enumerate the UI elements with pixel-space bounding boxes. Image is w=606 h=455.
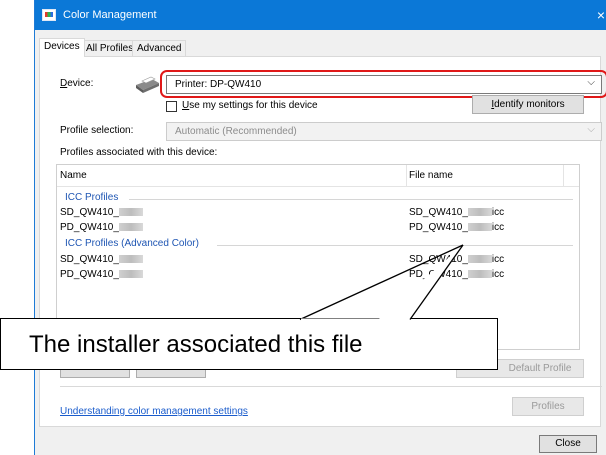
title-bar[interactable]: Color Management ×	[35, 0, 606, 30]
column-divider	[406, 165, 407, 187]
list-item[interactable]: SD_QW410_	[60, 254, 143, 265]
device-highlight-outline	[160, 70, 606, 98]
profiles-label: Profiles	[531, 401, 565, 412]
profiles-button[interactable]: Profiles	[512, 397, 584, 416]
understanding-color-management-link[interactable]: Understanding color management settings	[60, 406, 248, 417]
list-item-file: SD_QW410_ icc	[409, 207, 504, 218]
redacted-text	[118, 255, 143, 264]
list-item-file: PD_QW410_ icc	[409, 222, 504, 233]
callout-text: The installer associated this file	[29, 331, 363, 358]
window-title: Color Management	[63, 9, 157, 21]
redacted-text	[467, 270, 492, 279]
close-button[interactable]: Close	[539, 435, 597, 453]
profile-selection-label: Profile selection:	[60, 125, 134, 136]
redacted-text	[467, 255, 492, 264]
profile-name: SD_QW410_	[60, 254, 119, 265]
printer-icon	[136, 76, 159, 93]
group-divider	[217, 245, 573, 246]
redacted-text	[467, 223, 492, 232]
column-divider	[563, 165, 564, 187]
list-header: Name File name	[57, 165, 579, 187]
close-label: Close	[555, 438, 581, 449]
color-management-window: Color Management × Devices All Profiles …	[34, 0, 606, 455]
profile-name: PD_QW410_	[60, 222, 119, 233]
list-item-file: PD_QW410_ icc	[409, 269, 504, 280]
file-name-prefix: PD_QW410_	[409, 269, 468, 280]
list-item[interactable]: PD_QW410_	[60, 269, 143, 280]
divider	[60, 386, 602, 387]
list-item[interactable]: PD_QW410_	[60, 222, 143, 233]
column-header-file-name[interactable]: File name	[409, 170, 453, 181]
group-divider	[129, 199, 573, 200]
identify-monitors-button[interactable]: Identify monitors	[472, 95, 584, 114]
file-name-suffix: icc	[491, 207, 505, 218]
file-name-prefix: SD_QW410_	[409, 254, 468, 265]
chevron-down-icon: ⌵	[587, 124, 595, 135]
file-name-prefix: PD_QW410_	[409, 222, 468, 233]
tab-devices[interactable]: Devices	[39, 38, 85, 57]
profile-selection-value: Automatic (Recommended)	[175, 126, 297, 137]
annotation-callout: The installer associated this file	[0, 318, 498, 370]
list-item-file: SD_QW410_ icc	[409, 254, 504, 265]
file-name-suffix: icc	[491, 254, 505, 265]
file-name-suffix: icc	[491, 269, 505, 280]
list-item[interactable]: SD_QW410_	[60, 207, 143, 218]
profiles-associated-label: Profiles associated with this device:	[60, 147, 218, 158]
tab-advanced[interactable]: Advanced	[132, 40, 187, 56]
redacted-text	[118, 208, 143, 217]
profile-name: SD_QW410_	[60, 207, 119, 218]
group-header-icc-profiles: ICC Profiles	[65, 192, 119, 203]
color-management-icon	[42, 9, 56, 21]
devices-panel: Device: Printer: DP-QW410 ⌵ Use my setti…	[39, 56, 606, 427]
use-my-settings-checkbox[interactable]	[166, 101, 177, 112]
profile-name: PD_QW410_	[60, 269, 119, 280]
use-my-settings-label[interactable]: Use my settings for this device	[182, 100, 318, 111]
file-name-prefix: SD_QW410_	[409, 207, 468, 218]
tab-all-profiles[interactable]: All Profiles	[81, 40, 139, 56]
redacted-text	[118, 270, 143, 279]
file-name-suffix: icc	[491, 222, 505, 233]
redacted-text	[118, 223, 143, 232]
column-header-name[interactable]: Name	[60, 170, 87, 181]
device-label: Device:	[60, 78, 94, 89]
profile-selection-dropdown[interactable]: Automatic (Recommended) ⌵	[166, 122, 602, 141]
redacted-text	[467, 208, 492, 217]
group-header-icc-profiles-advanced: ICC Profiles (Advanced Color)	[65, 238, 199, 249]
identify-monitors-label: Identify monitors	[491, 99, 565, 110]
close-window-icon[interactable]: ×	[597, 7, 605, 23]
